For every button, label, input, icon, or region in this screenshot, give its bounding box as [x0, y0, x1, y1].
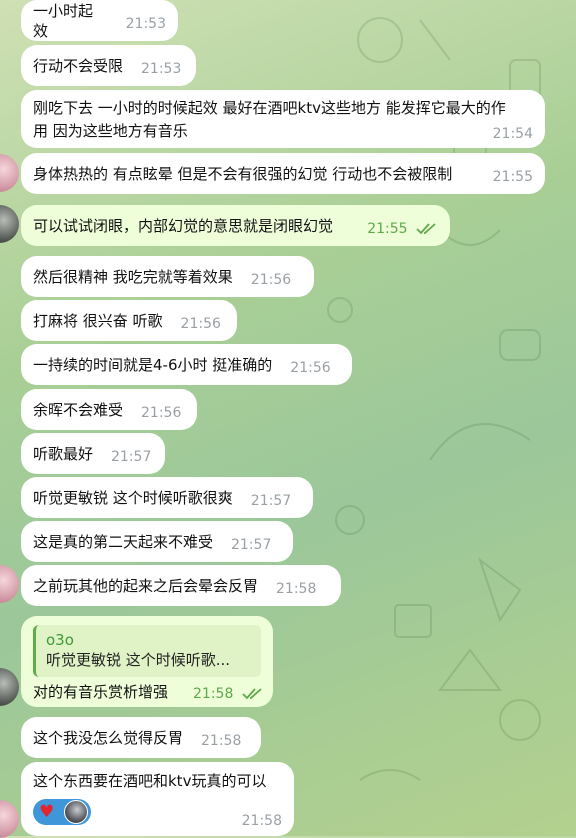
message-time: 21:54 — [492, 126, 533, 142]
reply-quote[interactable]: o3o 听觉更敏锐 这个时候听歌... — [33, 625, 261, 677]
message-bubble[interactable]: 之前玩其他的起来之后会晕会反胃 21:58 — [21, 565, 341, 606]
message-text: 行动不会受限 — [33, 56, 124, 75]
message-time: 21:56 — [141, 404, 182, 421]
message-bubble[interactable]: 一持续的时间就是4-6小时 挺准确的 21:56 — [21, 344, 352, 385]
message-text: 对的有音乐赏析增强 — [33, 683, 169, 701]
message-time: 21:55 — [367, 220, 408, 237]
message-bubble[interactable]: 身体热热的 有点眩晕 但是不会有很强的幻觉 行动也不会被限制 21:55 — [21, 153, 545, 194]
message-time: 21:55 — [492, 168, 533, 185]
message-text: 这个东西要在酒吧和ktv玩真的可以 — [33, 772, 267, 790]
quote-author: o3o — [46, 631, 74, 649]
message-text: 这是真的第二天起来不难受 — [33, 532, 214, 551]
message-bubble[interactable]: 然后很精神 我吃完就等着效果 21:56 — [21, 256, 314, 297]
message-time: 21:56 — [290, 359, 331, 376]
message-time: 21:53 — [125, 15, 166, 32]
reaction-pill[interactable]: ♥ — [33, 799, 91, 825]
message-bubble[interactable]: 打麻将 很兴奋 听歌 21:56 — [21, 300, 237, 341]
message-bubble[interactable]: 这个我没怎么觉得反胃 21:58 — [21, 717, 261, 758]
message-bubble[interactable]: 这个东西要在酒吧和ktv玩真的可以 ♥ 21:58 — [21, 762, 294, 836]
message-text: 一小时起效 — [33, 1, 94, 40]
message-bubble[interactable]: 一小时起效 21:53 — [21, 0, 178, 41]
message-text: 打麻将 很兴奋 听歌 — [33, 311, 163, 330]
message-time: 21:58 — [276, 580, 317, 597]
message-text: 这个我没怎么觉得反胃 — [33, 728, 184, 747]
message-time: 21:56 — [180, 315, 221, 332]
message-time: 21:57 — [111, 448, 152, 465]
message-text: 余晖不会难受 — [33, 400, 124, 419]
message-text: 可以试试闭眼，内部幻觉的意思就是闭眼幻觉 — [33, 216, 334, 235]
my-avatar[interactable] — [0, 205, 19, 243]
message-time: 21:57 — [250, 492, 292, 509]
message-bubble[interactable]: 刚吃下去 一小时的时候起效 最好在酒吧ktv这些地方 能发挥它最大的作 用 因为… — [21, 90, 545, 148]
message-text: 身体热热的 有点眩晕 但是不会有很强的幻觉 行动也不会被限制 — [33, 164, 453, 183]
message-text: 一持续的时间就是4-6小时 挺准确的 — [33, 355, 273, 374]
message-bubble[interactable]: 听歌最好 21:57 — [21, 433, 165, 474]
message-bubble[interactable]: 听觉更敏锐 这个时候听歌很爽 21:57 — [21, 477, 313, 518]
message-text: 之前玩其他的起来之后会晕会反胃 — [33, 576, 259, 595]
message-text: 听觉更敏锐 这个时候听歌很爽 — [33, 488, 233, 507]
my-avatar[interactable] — [0, 668, 19, 706]
message-time: 21:58 — [241, 813, 282, 829]
message-text: 然后很精神 我吃完就等着效果 — [33, 267, 233, 286]
message-time: 21:57 — [231, 536, 272, 553]
quote-text: 听觉更敏锐 这个时候听歌... — [46, 651, 231, 669]
contact-avatar[interactable] — [0, 565, 19, 603]
message-time: 21:58 — [193, 686, 234, 702]
message-bubble[interactable]: 这是真的第二天起来不难受 21:57 — [21, 521, 293, 562]
message-bubble[interactable]: 余晖不会难受 21:56 — [21, 389, 197, 430]
message-bubble-outgoing[interactable]: 可以试试闭眼，内部幻觉的意思就是闭眼幻觉 21:55 — [21, 205, 450, 246]
message-text-line: 用 因为这些地方有音乐 — [33, 122, 188, 140]
double-check-icon — [416, 222, 436, 234]
message-text-line: 刚吃下去 一小时的时候起效 最好在酒吧ktv这些地方 能发挥它最大的作 — [33, 99, 506, 117]
message-bubble[interactable]: 行动不会受限 21:53 — [21, 45, 196, 86]
contact-avatar[interactable] — [0, 800, 19, 838]
double-check-icon — [242, 688, 262, 700]
message-time: 21:53 — [141, 60, 182, 77]
message-time: 21:56 — [250, 271, 292, 288]
reactor-avatar — [64, 800, 88, 824]
message-text: 听歌最好 — [33, 444, 94, 463]
message-time: 21:58 — [201, 732, 242, 749]
contact-avatar[interactable] — [0, 154, 19, 192]
red-heart-icon: ♥ — [39, 802, 55, 822]
message-bubble-outgoing-reply[interactable]: o3o 听觉更敏锐 这个时候听歌... 对的有音乐赏析增强 21:58 — [21, 616, 273, 707]
